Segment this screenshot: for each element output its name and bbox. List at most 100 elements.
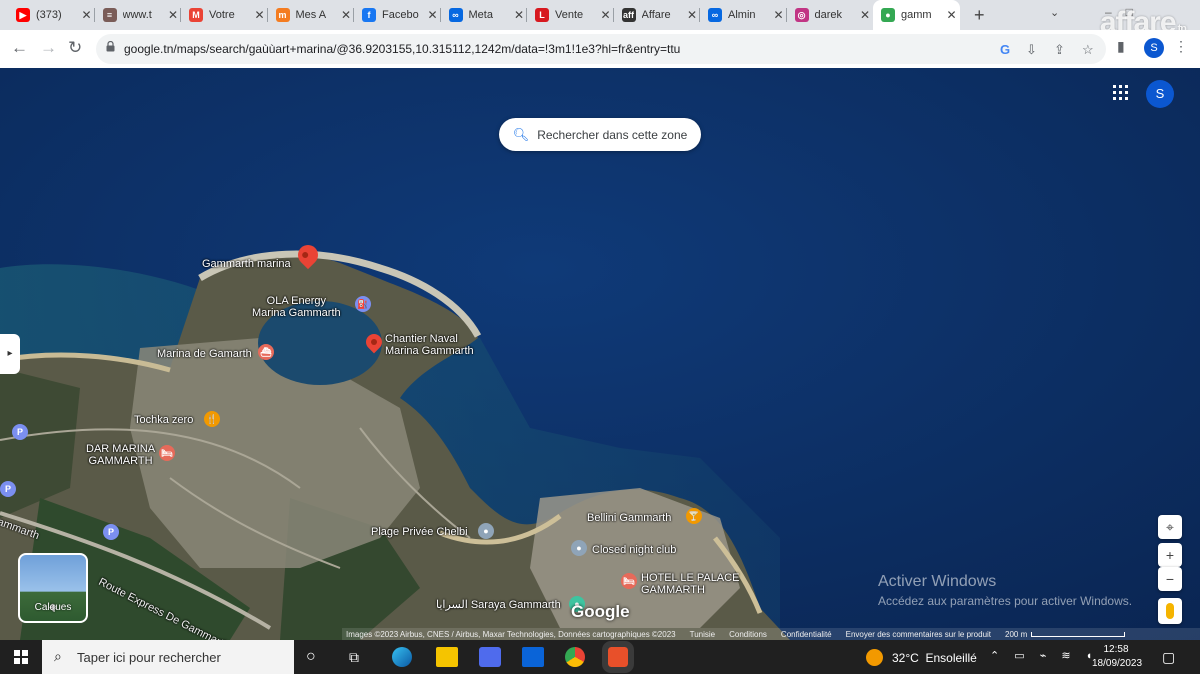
browser-tab[interactable]: ≡ www.t ✕ [95,0,181,30]
label-bellini[interactable]: Bellini Gammarth [587,512,671,524]
pinned-app-icon[interactable] [602,641,634,673]
browser-tab[interactable]: ◎ darek ✕ [787,0,874,30]
label-gammarth-marina[interactable]: Gammarth marina [202,258,291,270]
task-view-icon[interactable]: ⧉ [349,649,371,669]
cortana-icon[interactable]: ○ [306,648,328,668]
activation-subtitle: Accédez aux paramètres pour activer Wind… [878,594,1133,608]
label-saraya[interactable]: السرايا Saraya Gammarth [436,599,561,611]
zoom-out-button[interactable]: − [1158,567,1182,591]
browser-tab[interactable]: ∞ Almin ✕ [700,0,787,30]
tab-title: Mes A [295,9,327,21]
tab-title: Vente [555,9,584,21]
mail-icon[interactable] [522,647,544,667]
browser-tab[interactable]: ▶ (373) ✕ [8,0,95,30]
browser-tab[interactable]: aff Affare ✕ [614,0,700,30]
lock-icon [106,41,115,52]
label-dar-marina[interactable]: DAR MARINA GAMMARTH [86,443,155,467]
maps-pin-icon: ● [881,8,895,22]
bookmark-star-icon[interactable]: ☆ [1082,42,1094,58]
browser-tab[interactable]: L Vente ✕ [527,0,614,30]
label-marina-de-gamarth[interactable]: Marina de Gamarth [157,348,252,360]
bar-icon[interactable]: 🍸 [686,508,702,524]
account-avatar[interactable]: S [1146,80,1174,108]
close-tab-icon[interactable]: ✕ [79,8,95,22]
close-tab-icon[interactable]: ✕ [684,8,700,22]
restaurant-icon[interactable]: 🍴 [204,411,220,427]
layers-button[interactable]: ◈ Calques [18,553,88,623]
share-icon[interactable]: ⇪ [1054,42,1065,58]
browser-tab[interactable]: ● gamm ✕ [873,0,960,30]
browser-tab[interactable]: M Votre ✕ [181,0,268,30]
windows-start-icon[interactable] [14,650,28,664]
label-closed-night-club[interactable]: Closed night club [592,544,676,556]
back-icon[interactable]: ← [11,38,28,58]
tab-strip: ▶ (373) ✕ ≡ www.t ✕ M Votre ✕ m Mes A ✕ f Facebo ✕ ∞ Met… [0,0,1200,39]
close-tab-icon[interactable]: ✕ [165,8,181,22]
file-explorer-icon[interactable] [436,647,458,667]
terms-link[interactable]: Conditions [729,630,767,639]
store-icon[interactable] [479,647,501,667]
parking-icon[interactable]: P [103,524,119,540]
address-bar[interactable]: google.tn/maps/search/gaùùart+marina/@36… [96,34,1106,64]
install-app-icon[interactable]: ⇩ [1026,42,1037,58]
close-tab-icon[interactable]: ✕ [944,8,960,22]
taskbar-clock[interactable]: 12:58 18/09/2023 [1092,643,1142,671]
new-tab-button[interactable]: + [974,5,985,26]
windows-taskbar: ⌕ Taper ici pour rechercher ○ ⧉ 32°C Ens… [0,640,1200,674]
weather-widget[interactable]: 32°C Ensoleillé [866,649,977,666]
profile-avatar[interactable]: S [1144,38,1164,58]
side-panel-icon[interactable]: ▮ [1117,38,1125,55]
reload-icon[interactable]: ↻ [68,38,82,58]
map-viewport[interactable]: 🔍︎ Rechercher dans cette zone S ▸ ⛽ ⛴ 🍴 … [0,68,1200,640]
label-ola-energy[interactable]: OLA Energy Marina Gammarth [252,295,341,319]
expand-side-panel-button[interactable]: ▸ [0,334,20,374]
parking-icon[interactable]: P [0,481,16,497]
label-chantier-naval[interactable]: Chantier Naval Marina Gammarth [385,333,474,357]
browser-toolbar: ← → ↻ google.tn/maps/search/gaùùart+mari… [0,30,1200,69]
map-attribution-bar: Images ©2023 Airbus, CNES / Airbus, Maxa… [342,628,1200,640]
browser-tab[interactable]: f Facebo ✕ [354,0,441,30]
close-tab-icon[interactable]: ✕ [252,8,268,22]
close-tab-icon[interactable]: ✕ [598,8,614,22]
facebook-icon: f [362,8,376,22]
browser-tab[interactable]: m Mes A ✕ [268,0,354,30]
search-this-area-button[interactable]: 🔍︎ Rechercher dans cette zone [499,118,701,151]
close-tab-icon[interactable]: ✕ [425,8,441,22]
google-translate-icon[interactable]: G [1000,42,1010,57]
scale-bar[interactable]: 200 m [1005,630,1126,639]
close-tab-icon[interactable]: ✕ [511,8,527,22]
night-club-pin-icon[interactable]: ● [571,540,587,556]
system-tray-icons[interactable]: ⌃ ▭ ⌁ ≋ ◖ [990,649,1098,662]
tab-search-icon[interactable]: ⌄ [1050,6,1059,19]
hotel-icon[interactable]: 🛏 [159,445,175,461]
close-tab-icon[interactable]: ✕ [771,8,787,22]
beach-pin-icon[interactable]: ● [478,523,494,539]
privacy-link[interactable]: Confidentialité [781,630,832,639]
gas-station-icon[interactable]: ⛽ [355,296,371,312]
notification-icon[interactable]: ▢ [1162,649,1175,666]
forward-icon[interactable]: → [40,38,57,58]
parking-icon[interactable]: P [12,424,28,440]
chrome-icon[interactable] [565,647,585,667]
label-tochka-zero[interactable]: Tochka zero [134,414,193,426]
m-icon: m [275,8,290,22]
label-hotel-le-palace[interactable]: HOTEL LE PALACE GAMMARTH [641,572,739,596]
gmail-icon: M [189,8,203,22]
menu-icon[interactable]: ⋮ [1174,38,1188,55]
my-location-icon[interactable]: ⌖ [1158,515,1182,539]
apps-grid-icon[interactable] [1113,85,1128,100]
taskbar-search-box[interactable]: ⌕ Taper ici pour rechercher [42,640,294,674]
meta-icon: ∞ [448,8,463,22]
label-plage-privee[interactable]: Plage Privée Chelbi [371,526,468,538]
feedback-link[interactable]: Envoyer des commentaires sur le produit [846,630,991,639]
close-tab-icon[interactable]: ✕ [857,8,873,22]
country-link[interactable]: Tunisie [690,630,716,639]
zoom-in-button[interactable]: + [1158,543,1182,567]
street-view-pegman-icon[interactable] [1158,598,1182,624]
close-tab-icon[interactable]: ✕ [338,8,354,22]
marina-ferry-icon[interactable]: ⛴ [258,344,274,360]
browser-tab[interactable]: ∞ Meta ✕ [441,0,527,30]
hotel-palace-icon[interactable]: 🛏 [621,573,637,589]
edge-icon[interactable] [392,647,412,667]
tab-title: gamm [901,9,932,21]
